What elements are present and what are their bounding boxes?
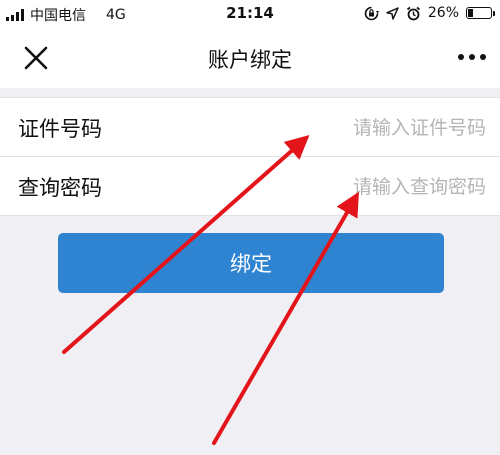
page-title: 账户绑定 xyxy=(208,48,292,72)
query-password-label: 查询密码 xyxy=(18,176,102,200)
id-number-input[interactable] xyxy=(284,110,488,146)
location-arrow-icon xyxy=(386,6,399,20)
nav-bar: 账户绑定 xyxy=(0,28,500,88)
battery-fill xyxy=(468,9,473,17)
status-bar: 中国电信 4G 21:14 26% xyxy=(0,0,500,28)
bind-button[interactable]: 绑定 xyxy=(58,233,444,293)
query-password-row: 查询密码 xyxy=(0,156,500,215)
screen: 中国电信 4G 21:14 26% 账户绑定 证件号码 请输入证件号码 查询密码… xyxy=(0,0,500,455)
more-dots-icon[interactable] xyxy=(458,54,486,60)
query-password-input[interactable] xyxy=(284,169,488,205)
screen-rotation-lock-icon xyxy=(364,6,379,20)
battery-percent: 26% xyxy=(427,5,459,21)
alarm-clock-icon xyxy=(406,6,420,20)
binding-form: 证件号码 查询密码 xyxy=(0,97,500,216)
battery-icon xyxy=(466,7,495,19)
id-number-row: 证件号码 xyxy=(0,98,500,156)
status-bar-right: 26% xyxy=(364,5,495,21)
id-number-label: 证件号码 xyxy=(18,117,102,141)
